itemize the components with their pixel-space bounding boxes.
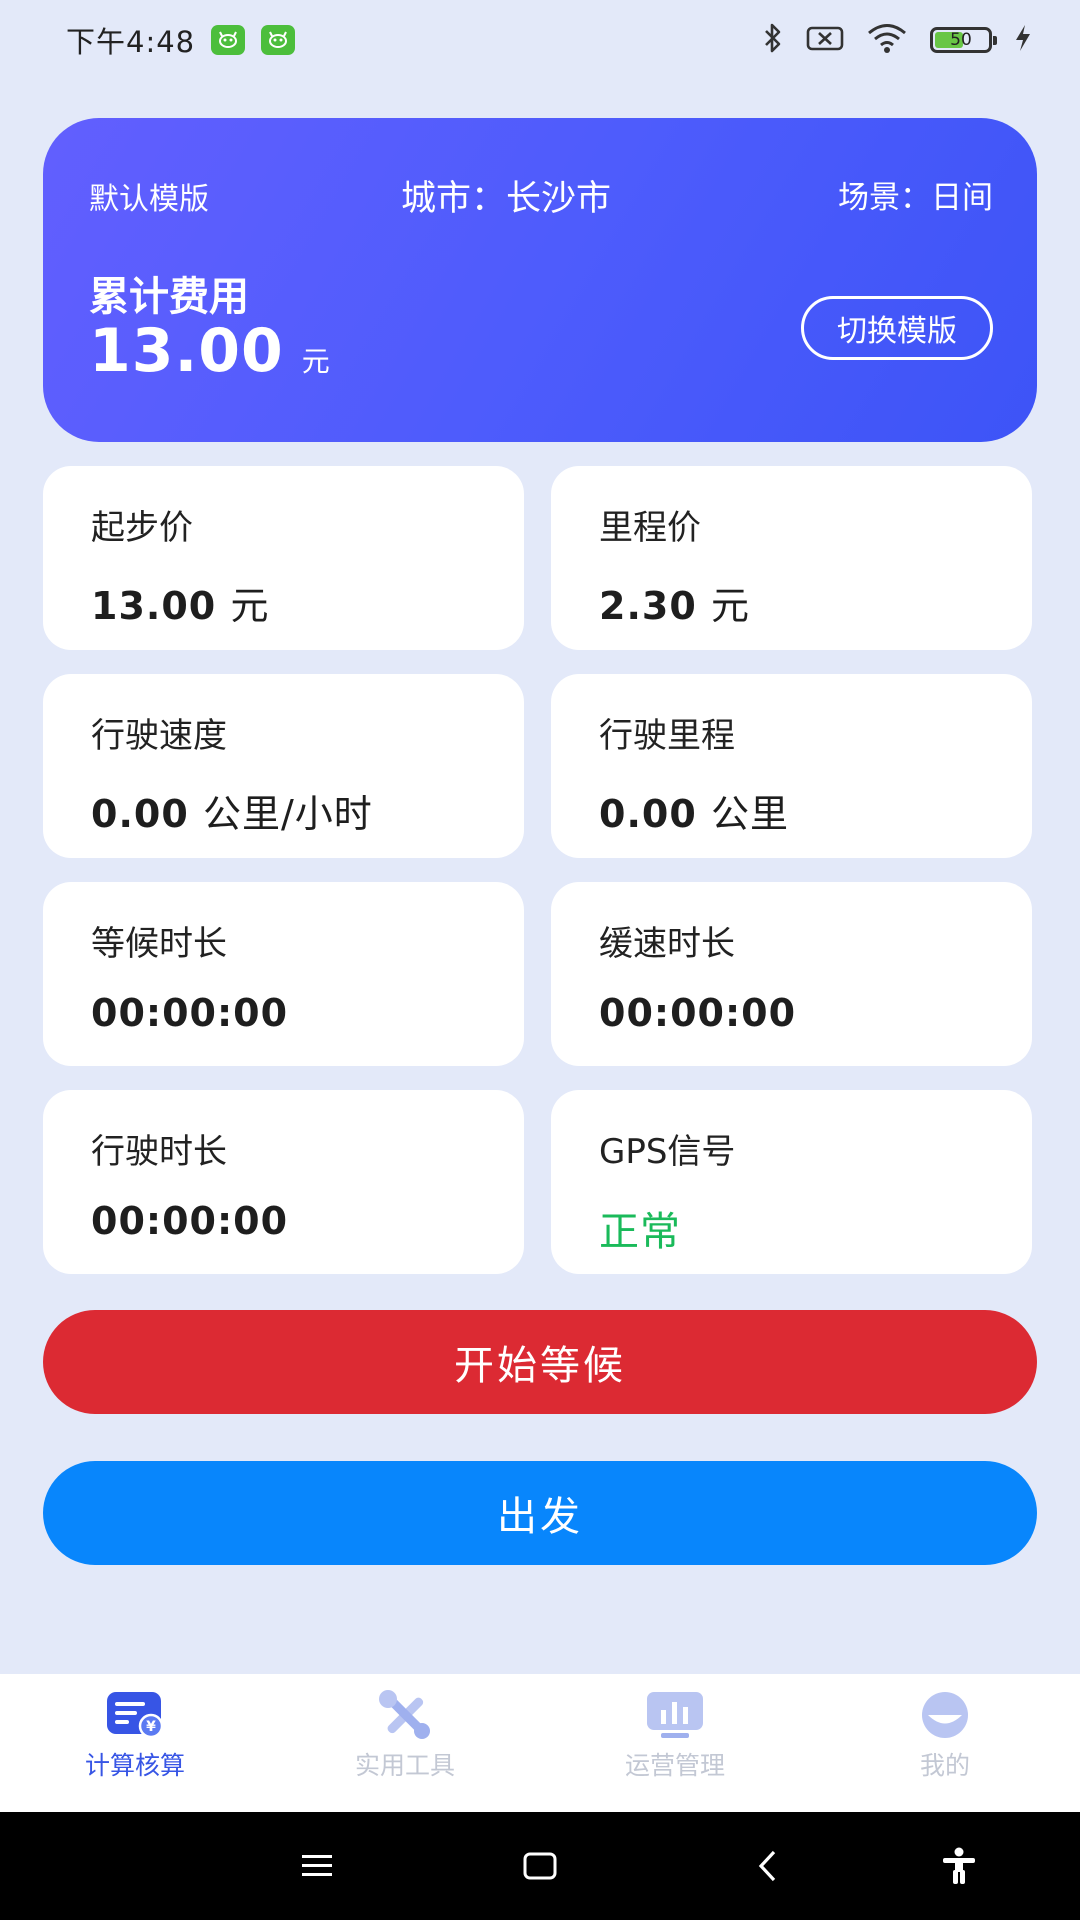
status-left: 下午4:48 [66,19,296,61]
home-icon[interactable] [516,1842,564,1890]
billing-icon: ¥ [104,1690,166,1740]
tab-operations[interactable]: 运营管理 [540,1674,810,1812]
status-time: 下午4:48 [66,25,196,59]
card-label: GPS信号 [599,1132,736,1172]
bottom-tab-bar: ¥ 计算核算 实用工具 运营管理 我的 [0,1674,1080,1812]
tab-label: 运营管理 [624,1751,725,1780]
fare-summary-card: 默认模版 城市：长沙市 场景：日间 累计费用 13.00 元 切换模版 [43,118,1037,442]
start-waiting-button[interactable]: 开始等候 [43,1310,1037,1414]
battery-level: 50 [950,30,972,50]
card-label: 缓速时长 [599,924,735,964]
app-notification-icon [211,25,246,55]
card-label: 里程价 [599,508,701,548]
system-navigation-bar [0,1812,1080,1920]
tab-label: 实用工具 [354,1751,455,1780]
card-label: 行驶时长 [91,1132,227,1172]
tab-billing[interactable]: ¥ 计算核算 [0,1674,270,1812]
card-label: 行驶里程 [599,716,735,756]
accessibility-icon[interactable] [935,1842,983,1890]
card-label: 行驶速度 [91,716,227,756]
card-value: 00:00:00 [91,991,289,1035]
status-bar: 下午4:48 50 [0,0,1080,80]
metrics-grid: 起步价 13.00 元 里程价 2.30 元 行驶速度 0.00 公里/小时 行… [43,466,1032,1274]
card-value: 0.00 [91,792,189,836]
tab-label: 计算核算 [84,1751,185,1780]
card-label: 等候时长 [91,924,227,964]
wifi-icon [866,22,908,58]
tools-icon [374,1690,436,1740]
card-value: 00:00:00 [599,991,797,1035]
total-fee-unit: 元 [301,345,330,378]
app-notification-icon [261,25,296,55]
no-sim-icon [806,24,844,56]
charging-icon [1014,24,1032,56]
svg-text:¥: ¥ [146,1719,156,1735]
depart-button[interactable]: 出发 [43,1461,1037,1565]
profile-icon [914,1690,976,1740]
total-fee-value: 13.00 [89,316,284,386]
speed-card: 行驶速度 0.00 公里/小时 [43,674,524,858]
waiting-time-card: 等候时长 00:00:00 [43,882,524,1066]
scene-label: 场景：日间 [838,180,993,216]
status-right: 50 [762,22,1032,58]
total-fee: 13.00 元 [89,316,330,386]
tab-label: 我的 [919,1751,970,1780]
card-value: 2.30 [599,584,697,628]
city-label: 城市：长沙市 [401,179,612,219]
template-name: 默认模版 [89,182,209,217]
card-value: 13.00 [91,584,217,628]
slow-time-card: 缓速时长 00:00:00 [551,882,1032,1066]
back-icon[interactable] [744,1842,792,1890]
base-price-card: 起步价 13.00 元 [43,466,524,650]
menu-icon[interactable] [293,1842,341,1890]
gps-status: 正常 [599,1209,681,1255]
card-unit: 元 [711,584,751,628]
mileage-price-card: 里程价 2.30 元 [551,466,1032,650]
tab-profile[interactable]: 我的 [810,1674,1080,1812]
card-unit: 元 [230,584,270,628]
chart-icon [644,1690,706,1740]
switch-template-button[interactable]: 切换模版 [801,296,993,360]
total-fee-label: 累计费用 [89,274,249,320]
distance-card: 行驶里程 0.00 公里 [551,674,1032,858]
card-value: 0.00 [599,792,697,836]
driving-time-card: 行驶时长 00:00:00 [43,1090,524,1274]
tab-tools[interactable]: 实用工具 [270,1674,540,1812]
card-value: 00:00:00 [91,1199,289,1243]
card-unit: 公里/小时 [203,792,373,836]
card-label: 起步价 [91,508,193,548]
gps-signal-card: GPS信号 正常 [551,1090,1032,1274]
card-unit: 公里 [711,792,790,836]
bluetooth-icon [762,22,784,58]
battery-icon: 50 [930,27,997,53]
